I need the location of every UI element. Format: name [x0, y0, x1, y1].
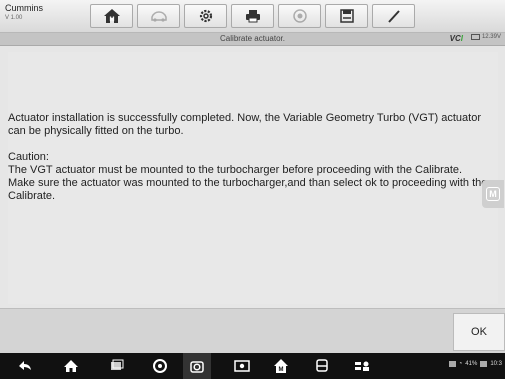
- floating-menu-label: M: [486, 187, 500, 201]
- status-tray: ◔ 41% 10:3: [448, 361, 502, 367]
- screen: Cummins V 1.00 M Calibrate actuator. VCI: [0, 0, 505, 379]
- home-nav-button[interactable]: [63, 358, 79, 374]
- home-icon: M: [103, 9, 120, 23]
- maxisys-home-button[interactable]: M: [273, 358, 289, 374]
- ok-button[interactable]: OK: [453, 313, 505, 351]
- caution-block: Caution: The VGT actuator must be mounte…: [8, 151, 493, 203]
- network-icon: [355, 361, 369, 371]
- function-title: Calibrate actuator.: [220, 34, 285, 43]
- clock: 10:3: [490, 361, 502, 367]
- function-header: Calibrate actuator. VCI 12.39V: [0, 33, 505, 46]
- browser-icon: [153, 359, 167, 373]
- back-button[interactable]: [17, 358, 33, 374]
- settings-icon: [199, 9, 212, 23]
- maxisys-home-icon: M: [274, 359, 288, 373]
- video-record-icon: [234, 360, 250, 372]
- battery-status-icon: [480, 361, 488, 367]
- connection-button[interactable]: [354, 358, 370, 374]
- vci-label: VC: [449, 34, 461, 43]
- caution-line-2: Make sure the actuator was mounted to th…: [8, 177, 488, 202]
- help-button[interactable]: [278, 4, 321, 28]
- vehicle-voltage: 12.39V: [470, 34, 501, 40]
- brand-name: Cummins: [5, 3, 44, 13]
- save-icon: [339, 9, 354, 23]
- camera-icon: [190, 361, 204, 373]
- vci-status: VCI: [450, 34, 463, 43]
- action-bar: OK: [0, 308, 505, 353]
- video-record-button[interactable]: [234, 358, 250, 374]
- vci-manager-button[interactable]: [314, 358, 330, 374]
- svg-text:M: M: [109, 17, 114, 23]
- message-text: Actuator installation is successfully co…: [8, 112, 493, 203]
- vehicle-icon: [316, 359, 328, 372]
- edit-button[interactable]: [372, 4, 415, 28]
- voltage-value: 12.39V: [481, 34, 501, 40]
- vci-connected-indicator: I: [460, 34, 463, 43]
- vehicle-swap-button[interactable]: [137, 4, 180, 28]
- settings-button[interactable]: [184, 4, 227, 28]
- screenshot-button[interactable]: [183, 353, 211, 379]
- wifi-icon: ◔: [458, 361, 463, 367]
- print-button[interactable]: [231, 4, 274, 28]
- caution-line-1: The VGT actuator must be mounted to the …: [8, 164, 463, 176]
- help-icon: [292, 9, 307, 23]
- battery-level: 41%: [465, 361, 478, 367]
- recent-apps-button[interactable]: [108, 358, 124, 374]
- browser-button[interactable]: [152, 358, 168, 374]
- save-button[interactable]: [325, 4, 368, 28]
- battery-icon: [470, 34, 480, 40]
- print-icon: [245, 10, 260, 23]
- svg-text:M: M: [279, 367, 284, 373]
- brand-version: V 1.00: [5, 15, 23, 21]
- edit-icon: [387, 10, 400, 23]
- vehicle-swap-icon: [150, 11, 167, 22]
- top-toolbar: Cummins V 1.00 M: [0, 0, 505, 33]
- home-button[interactable]: M: [90, 4, 133, 28]
- floating-menu-tab[interactable]: M: [482, 180, 504, 208]
- caution-title: Caution:: [8, 151, 49, 163]
- recent-apps-icon: [111, 359, 124, 370]
- info-paragraph: Actuator installation is successfully co…: [8, 112, 481, 137]
- vehicle-brand: Cummins V 1.00: [5, 3, 65, 30]
- system-navigation-bar: M ◔ 41% 10:3: [0, 353, 505, 379]
- notification-icon: [448, 361, 456, 367]
- back-icon: [19, 361, 31, 370]
- home-nav-icon: [64, 360, 78, 372]
